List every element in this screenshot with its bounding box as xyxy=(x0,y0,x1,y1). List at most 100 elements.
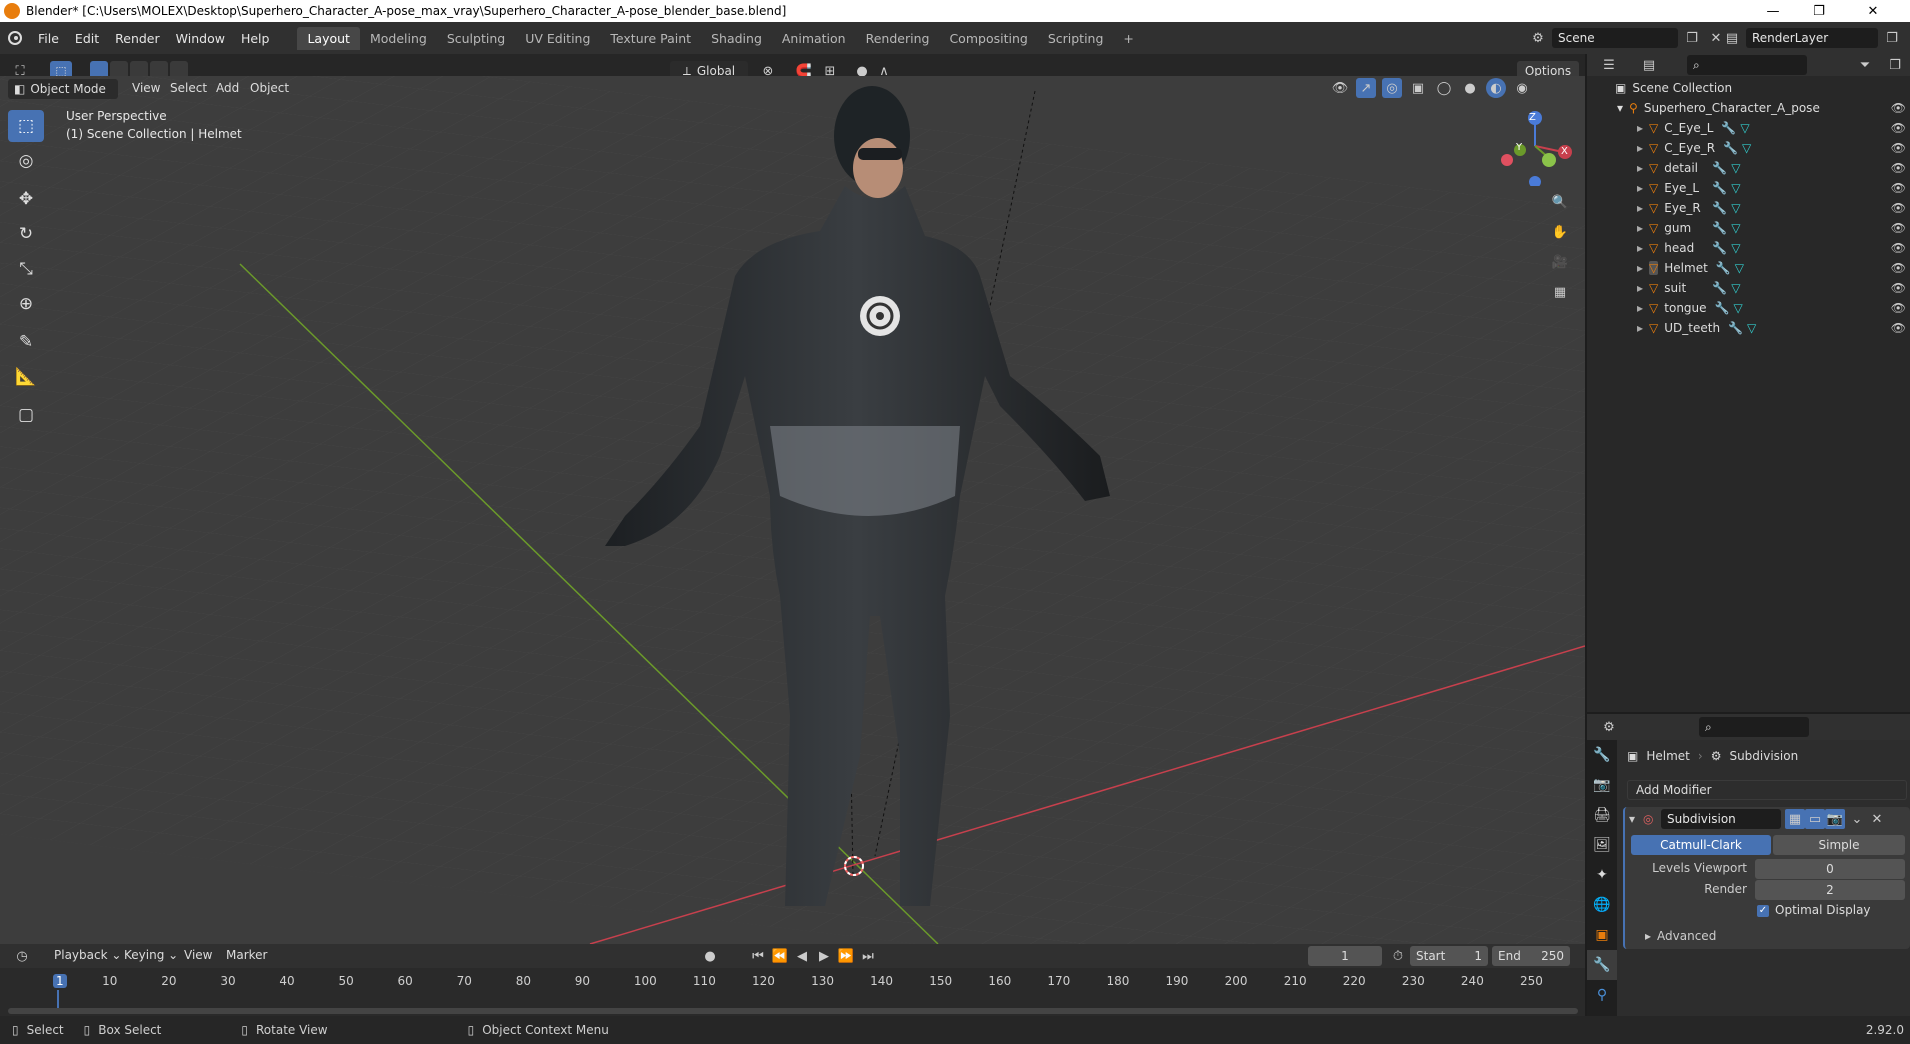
eye-icon[interactable]: 👁 xyxy=(1891,141,1906,155)
end-frame-field[interactable]: End 250 xyxy=(1492,946,1570,966)
cursor-tool-icon[interactable]: ◎ xyxy=(8,145,44,177)
object-tab-icon[interactable]: ▣ xyxy=(1587,920,1617,950)
menu-render[interactable]: Render xyxy=(107,31,168,46)
current-frame-field[interactable]: 1 xyxy=(1308,946,1382,966)
menu-object[interactable]: Object xyxy=(250,81,289,95)
render-tab-icon[interactable]: 📷 xyxy=(1587,770,1617,800)
tab-shading[interactable]: Shading xyxy=(701,27,772,50)
view-layer-tab-icon[interactable]: 🖼 xyxy=(1587,830,1617,860)
editmode-toggle-icon[interactable]: ▦ xyxy=(1785,809,1805,829)
close-button[interactable]: ✕ xyxy=(1850,0,1896,22)
modifier-name-field[interactable]: Subdivision xyxy=(1661,809,1781,829)
rendered-shading-icon[interactable]: ◉ xyxy=(1512,78,1532,98)
solid-shading-icon[interactable]: ● xyxy=(1460,78,1480,98)
overlay-toggle-icon[interactable]: ◎ xyxy=(1382,78,1402,98)
marker-menu[interactable]: Marker xyxy=(226,948,267,962)
filter-icon[interactable]: ⏷ xyxy=(1855,55,1875,75)
display-mode-icon[interactable]: ▤ xyxy=(1639,55,1659,75)
tab-compositing[interactable]: Compositing xyxy=(939,27,1037,50)
menu-view[interactable]: View xyxy=(132,81,160,95)
outliner-item[interactable]: ▸ ▽ detail 🔧 ▽ 👁 xyxy=(1587,158,1910,178)
viewport-toggle-icon[interactable]: ▭ xyxy=(1805,809,1825,829)
frame-ruler[interactable]: 1 10 20 30 40 50 60 70 80 90 100 110 120 130 140 150 160… xyxy=(0,974,1585,992)
expand-icon[interactable]: ▾ xyxy=(1617,101,1623,115)
scene-tab-icon[interactable]: ✦ xyxy=(1587,860,1617,890)
expand-icon[interactable]: ▸ xyxy=(1637,241,1643,255)
scale-tool-icon[interactable]: ⤡ xyxy=(8,253,44,285)
menu-file[interactable]: File xyxy=(30,31,67,46)
maximize-button[interactable]: ❐ xyxy=(1796,0,1842,22)
outliner-item[interactable]: ▸ ▽ Eye_R 🔧 ▽ 👁 xyxy=(1587,198,1910,218)
outliner-item[interactable]: ▸ ▽ head 🔧 ▽ 👁 xyxy=(1587,238,1910,258)
outliner-character-collection[interactable]: ▾ ⚲ Superhero_Character_A_pose 👁 xyxy=(1587,98,1910,118)
expand-icon[interactable]: ▸ xyxy=(1637,141,1643,155)
scene-field[interactable]: Scene xyxy=(1552,28,1678,48)
tab-layout[interactable]: Layout xyxy=(297,26,360,50)
collapse-icon[interactable]: ▾ xyxy=(1629,812,1635,826)
catmull-clark-button[interactable]: Catmull-Clark xyxy=(1631,835,1771,855)
optimal-display-checkbox[interactable]: ✓ xyxy=(1757,905,1769,917)
render-levels-field[interactable]: 2 xyxy=(1755,880,1905,900)
expand-icon[interactable]: ▸ xyxy=(1637,181,1643,195)
material-shading-icon[interactable]: ◐ xyxy=(1486,78,1506,98)
eye-icon[interactable]: 👁 xyxy=(1891,181,1906,195)
expand-icon[interactable]: ▸ xyxy=(1637,121,1643,135)
outliner-item[interactable]: ▸ ▽ tongue 🔧 ▽ 👁 xyxy=(1587,298,1910,318)
output-tab-icon[interactable]: 🖨 xyxy=(1587,800,1617,830)
tool-tab-icon[interactable]: 🔧 xyxy=(1587,740,1617,770)
playback-menu[interactable]: Playback ⌄ xyxy=(54,948,121,962)
new-scene-icon[interactable]: ❐ xyxy=(1682,28,1702,48)
start-frame-field[interactable]: Start 1 xyxy=(1410,946,1488,966)
scene-icon[interactable]: ⚙ xyxy=(1528,28,1548,48)
expand-icon[interactable]: ▸ xyxy=(1637,321,1643,335)
zoom-icon[interactable]: 🔍 xyxy=(1550,192,1570,212)
outliner-item[interactable]: ▸ ▽ C_Eye_R 🔧 ▽ 👁 xyxy=(1587,138,1910,158)
tab-rendering[interactable]: Rendering xyxy=(856,27,940,50)
remove-modifier-icon[interactable]: ✕ xyxy=(1867,809,1887,829)
xray-icon[interactable]: ▣ xyxy=(1408,78,1428,98)
expand-icon[interactable]: ▸ xyxy=(1637,221,1643,235)
expand-icon[interactable]: ▸ xyxy=(1637,161,1643,175)
eye-icon[interactable]: 👁 xyxy=(1891,241,1906,255)
ortho-grid-icon[interactable]: ▦ xyxy=(1550,282,1570,302)
dropdown-chevron-icon[interactable]: ⌄ xyxy=(1847,809,1867,829)
advanced-subpanel[interactable]: ▸ Advanced xyxy=(1645,929,1716,943)
eye-icon[interactable]: 👁 xyxy=(1891,321,1906,335)
outliner-editor-icon[interactable]: ☰ xyxy=(1599,55,1619,75)
keying-menu[interactable]: Keying ⌄ xyxy=(124,948,178,962)
simple-button[interactable]: Simple xyxy=(1773,835,1905,855)
outliner-item[interactable]: ▸ ▽ Helmet 🔧 ▽ 👁 xyxy=(1587,258,1910,278)
expand-icon[interactable]: ▸ xyxy=(1637,301,1643,315)
modifier-tab-icon[interactable]: 🔧 xyxy=(1587,950,1617,980)
3d-viewport[interactable]: ◧ Object Mode View Select Add Object 👁 ↗ … xyxy=(0,76,1585,944)
eye-icon[interactable]: 👁 xyxy=(1891,161,1906,175)
menu-select[interactable]: Select xyxy=(170,81,207,95)
outliner-item[interactable]: ▸ ▽ gum 🔧 ▽ 👁 xyxy=(1587,218,1910,238)
playhead-line[interactable] xyxy=(57,990,59,1008)
tab-modeling[interactable]: Modeling xyxy=(360,27,437,50)
eye-icon[interactable]: 👁 xyxy=(1891,301,1906,315)
play-reverse-icon[interactable]: ◀ xyxy=(792,946,812,966)
menu-edit[interactable]: Edit xyxy=(67,31,107,46)
blender-menu-icon[interactable] xyxy=(0,30,30,46)
render-layer-field[interactable]: RenderLayer xyxy=(1746,28,1878,48)
record-icon[interactable]: ● xyxy=(700,946,720,966)
tab-sculpting[interactable]: Sculpting xyxy=(437,27,515,50)
timeline-scrollbar[interactable] xyxy=(8,1008,1578,1014)
outliner-item[interactable]: ▸ ▽ Eye_L 🔧 ▽ 👁 xyxy=(1587,178,1910,198)
tab-uv-editing[interactable]: UV Editing xyxy=(515,27,600,50)
add-modifier-dropdown[interactable]: Add Modifier xyxy=(1627,780,1907,800)
data-tab-icon[interactable]: ⚲ xyxy=(1587,980,1617,1010)
gizmo-toggle-icon[interactable]: ↗ xyxy=(1356,78,1376,98)
add-cube-tool-icon[interactable]: ▢ xyxy=(8,399,44,431)
mode-dropdown[interactable]: ◧ Object Mode xyxy=(8,79,118,99)
menu-help[interactable]: Help xyxy=(233,31,278,46)
add-workspace-button[interactable]: + xyxy=(1113,27,1143,50)
prev-keyframe-icon[interactable]: ⏪ xyxy=(770,946,790,966)
measure-tool-icon[interactable]: 📐 xyxy=(8,361,44,393)
pan-hand-icon[interactable]: ✋ xyxy=(1550,222,1570,242)
timeline-view-menu[interactable]: View xyxy=(184,948,212,962)
tab-animation[interactable]: Animation xyxy=(772,27,856,50)
eye-icon[interactable]: 👁 xyxy=(1891,121,1906,135)
clock-icon[interactable]: ⏱ xyxy=(1388,946,1408,966)
